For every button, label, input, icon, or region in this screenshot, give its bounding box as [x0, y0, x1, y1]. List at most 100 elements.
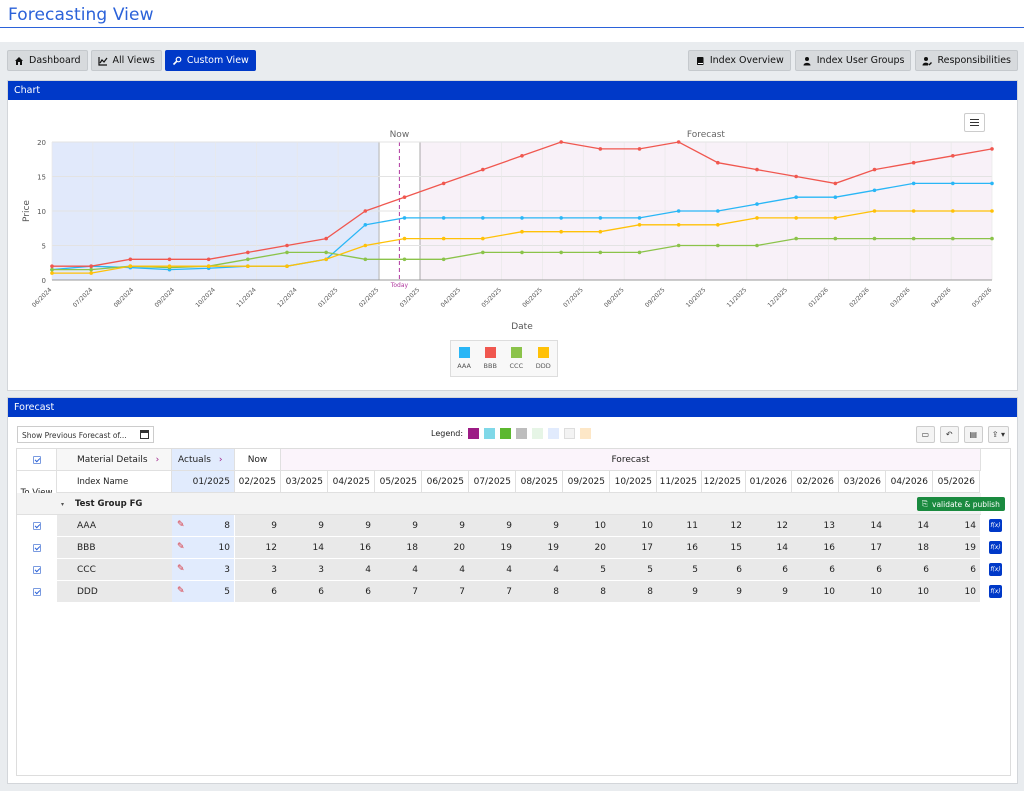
forecast-value-cell[interactable]: 14: [839, 515, 886, 537]
forecast-value-cell[interactable]: 12: [235, 537, 281, 559]
legend-item-bbb[interactable]: BBB: [484, 347, 497, 376]
forecast-value-cell[interactable]: 20: [422, 537, 469, 559]
forecast-value-cell[interactable]: 9: [422, 515, 469, 537]
forecast-value-cell[interactable]: 14: [886, 515, 933, 537]
forecast-value-cell[interactable]: 6: [792, 559, 839, 581]
index-user-groups-button[interactable]: Index User Groups: [794, 50, 912, 71]
forecast-value-cell[interactable]: 16: [792, 537, 839, 559]
forecast-value-cell[interactable]: 10: [933, 581, 980, 603]
all-views-button[interactable]: All Views: [90, 50, 162, 71]
forecast-value-cell[interactable]: 6: [746, 559, 792, 581]
forecast-value-cell[interactable]: 10: [839, 581, 886, 603]
forecast-value-cell[interactable]: 4: [328, 559, 375, 581]
forecast-value-cell[interactable]: 9: [328, 515, 375, 537]
row-checkbox-cell[interactable]: [17, 537, 57, 559]
edit-pencil-icon[interactable]: ✎: [177, 586, 185, 596]
forecast-value-cell[interactable]: 5: [657, 559, 702, 581]
forecast-value-cell[interactable]: 6: [933, 559, 980, 581]
forecast-value-cell[interactable]: 17: [610, 537, 657, 559]
formula-button[interactable]: f(x): [989, 541, 1002, 554]
forecast-value-cell[interactable]: 4: [469, 559, 516, 581]
edit-pencil-icon[interactable]: ✎: [177, 542, 185, 552]
forecast-value-cell[interactable]: 16: [657, 537, 702, 559]
row-checkbox[interactable]: [33, 522, 41, 530]
forecast-value-cell[interactable]: 6: [328, 581, 375, 603]
responsibilities-button[interactable]: Responsibilities: [915, 50, 1018, 71]
forecast-value-cell[interactable]: 19: [933, 537, 980, 559]
forecast-value-cell[interactable]: 6: [235, 581, 281, 603]
material-details-header[interactable]: Material Details ›: [57, 449, 172, 471]
forecast-value-cell[interactable]: 9: [469, 515, 516, 537]
forecast-value-cell[interactable]: 3: [281, 559, 328, 581]
forecast-value-cell[interactable]: 7: [375, 581, 422, 603]
previous-forecast-picker[interactable]: Show Previous Forecast of...: [17, 426, 154, 443]
row-checkbox-cell[interactable]: [17, 559, 57, 581]
forecast-value-cell[interactable]: 6: [702, 559, 746, 581]
forecast-value-cell[interactable]: 14: [933, 515, 980, 537]
calendar-icon[interactable]: [140, 430, 149, 439]
forecast-value-cell[interactable]: 10: [792, 581, 839, 603]
forecast-value-cell[interactable]: 9: [516, 515, 563, 537]
formula-button[interactable]: f(x): [989, 585, 1002, 598]
forecast-value-cell[interactable]: 9: [657, 581, 702, 603]
forecast-value-cell[interactable]: 11: [657, 515, 702, 537]
forecast-value-cell[interactable]: 9: [702, 581, 746, 603]
formula-button[interactable]: f(x): [989, 519, 1002, 532]
select-all-checkbox-cell[interactable]: [17, 449, 57, 471]
forecast-value-cell[interactable]: 10: [610, 515, 657, 537]
legend-item-ccc[interactable]: CCC: [510, 347, 523, 376]
forecast-value-cell[interactable]: 8: [610, 581, 657, 603]
formula-button[interactable]: f(x): [989, 563, 1002, 576]
forecast-value-cell[interactable]: 7: [422, 581, 469, 603]
legend-item-aaa[interactable]: AAA: [457, 347, 471, 376]
forecast-value-cell[interactable]: 4: [422, 559, 469, 581]
forecast-value-cell[interactable]: 8: [516, 581, 563, 603]
index-overview-button[interactable]: Index Overview: [687, 50, 791, 71]
row-checkbox[interactable]: [33, 544, 41, 552]
forecast-value-cell[interactable]: 9: [375, 515, 422, 537]
forecast-value-cell[interactable]: 9: [746, 581, 792, 603]
forecast-value-cell[interactable]: 6: [281, 581, 328, 603]
forecast-value-cell[interactable]: 5: [610, 559, 657, 581]
forecast-value-cell[interactable]: 3: [235, 559, 281, 581]
undo-icon[interactable]: ↶: [939, 426, 959, 443]
row-checkbox[interactable]: [33, 588, 41, 596]
forecast-value-cell[interactable]: 9: [235, 515, 281, 537]
forecast-value-cell[interactable]: 16: [328, 537, 375, 559]
legend-item-ddd[interactable]: DDD: [536, 347, 551, 376]
row-checkbox-cell[interactable]: [17, 581, 57, 603]
document-icon[interactable]: ▤: [963, 426, 983, 443]
forecast-value-cell[interactable]: 5: [563, 559, 610, 581]
actuals-header[interactable]: Actuals ›: [172, 449, 235, 471]
forecast-value-cell[interactable]: 13: [792, 515, 839, 537]
edit-pencil-icon[interactable]: ✎: [177, 564, 185, 574]
chart-menu-button[interactable]: [964, 113, 985, 132]
custom-view-button[interactable]: Custom View: [164, 50, 256, 71]
collapse-icon[interactable]: ▾: [61, 493, 71, 515]
forecast-value-cell[interactable]: 7: [469, 581, 516, 603]
forecast-value-cell[interactable]: 18: [375, 537, 422, 559]
forecast-value-cell[interactable]: 15: [702, 537, 746, 559]
row-checkbox[interactable]: [33, 566, 41, 574]
forecast-value-cell[interactable]: 8: [563, 581, 610, 603]
forecast-value-cell[interactable]: 14: [281, 537, 328, 559]
edit-pencil-icon[interactable]: ✎: [177, 520, 185, 530]
select-all-checkbox[interactable]: [32, 455, 41, 464]
forecast-value-cell[interactable]: 17: [839, 537, 886, 559]
forecast-value-cell[interactable]: 6: [839, 559, 886, 581]
forecast-value-cell[interactable]: 4: [375, 559, 422, 581]
dashboard-button[interactable]: Dashboard: [7, 50, 88, 71]
save-icon[interactable]: ▭: [915, 426, 935, 443]
forecast-value-cell[interactable]: 10: [563, 515, 610, 537]
forecast-value-cell[interactable]: 19: [516, 537, 563, 559]
forecast-value-cell[interactable]: 10: [886, 581, 933, 603]
validate-publish-button[interactable]: ⎘ validate & publish: [917, 497, 1005, 511]
export-dropdown[interactable]: ⇪ ▾: [987, 426, 1009, 443]
forecast-value-cell[interactable]: 12: [702, 515, 746, 537]
forecast-value-cell[interactable]: 18: [886, 537, 933, 559]
forecast-value-cell[interactable]: 4: [516, 559, 563, 581]
forecast-value-cell[interactable]: 12: [746, 515, 792, 537]
forecast-value-cell[interactable]: 14: [746, 537, 792, 559]
forecast-value-cell[interactable]: 6: [886, 559, 933, 581]
forecast-value-cell[interactable]: 9: [281, 515, 328, 537]
